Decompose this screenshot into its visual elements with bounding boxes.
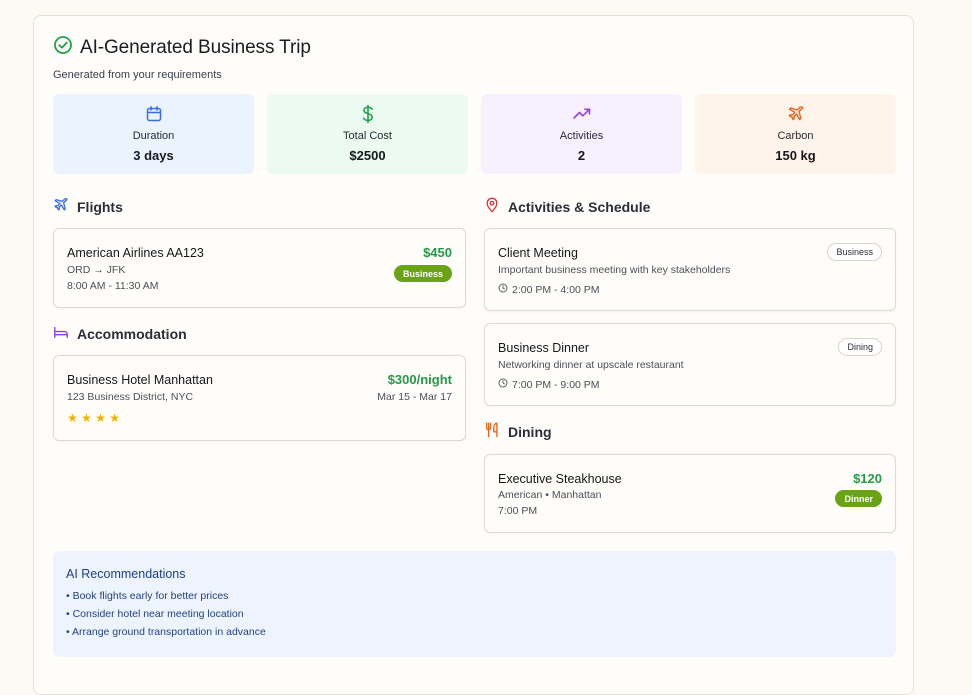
flight-price: $450	[423, 245, 452, 260]
flight-class-badge: Business	[393, 265, 452, 282]
stat-value: 2	[577, 148, 586, 163]
activity-description: Important business meeting with key stak…	[498, 264, 731, 276]
stat-duration: Duration 3 days	[53, 94, 254, 174]
stat-label: Activities	[559, 130, 604, 142]
stat-value: 3 days	[133, 148, 174, 163]
section-title-text: Flights	[77, 198, 123, 215]
trending-up-icon	[572, 103, 592, 125]
dollar-icon	[359, 103, 377, 125]
flight-card[interactable]: American Airlines AA123 ORD → JFK 8:00 A…	[53, 228, 466, 308]
page-title: AI-Generated Business Trip	[80, 36, 311, 58]
activities-section-title: Activities & Schedule	[484, 197, 650, 216]
hotel-name: Business Hotel Manhattan	[67, 373, 213, 387]
activity-name: Business Dinner	[498, 341, 590, 355]
dining-section-title: Dining	[484, 422, 552, 441]
accommodation-section-title: Accommodation	[53, 324, 187, 343]
stat-label: Total Cost	[343, 130, 392, 142]
section-title-text: Dining	[508, 423, 552, 440]
section-title-text: Activities & Schedule	[508, 198, 651, 215]
recommendation-item: • Arrange ground transportation in advan…	[66, 626, 266, 638]
stat-total-cost: Total Cost $2500	[267, 94, 468, 174]
map-pin-icon	[484, 197, 500, 216]
hotel-dates: Mar 15 - Mar 17	[377, 391, 452, 403]
hotel-rating-stars: ★ ★ ★ ★	[67, 411, 121, 425]
restaurant-time: 7:00 PM	[498, 505, 538, 517]
stat-value: $2500	[349, 148, 386, 163]
recommendations-list: • Book flights early for better prices •…	[66, 590, 883, 638]
hotel-price: $300/night	[387, 372, 452, 387]
restaurant-price: $120	[853, 471, 882, 486]
activity-time: 2:00 PM - 4:00 PM	[512, 283, 600, 296]
meal-badge: Dinner	[835, 490, 882, 507]
activity-tag: Business	[827, 243, 882, 261]
clock-icon	[498, 378, 508, 391]
restaurant-card[interactable]: Executive Steakhouse American • Manhatta…	[484, 454, 896, 533]
restaurant-detail: American • Manhattan	[498, 489, 602, 501]
hotel-address: 123 Business District, NYC	[67, 391, 194, 403]
flight-route: ORD → JFK	[67, 264, 126, 276]
recommendation-item: • Book flights early for better prices	[66, 590, 229, 602]
flight-name: American Airlines AA123	[67, 246, 204, 260]
trip-header: AI-Generated Business Trip Generated fro…	[53, 35, 311, 81]
activity-card[interactable]: Client Meeting Important business meetin…	[484, 228, 896, 311]
flights-section-title: Flights	[53, 197, 123, 216]
stat-label: Duration	[132, 130, 175, 142]
activity-time-row: 2:00 PM - 4:00 PM	[498, 283, 600, 296]
plane-icon	[787, 103, 805, 125]
stat-value: 150 kg	[775, 148, 816, 163]
recommendation-item: • Consider hotel near meeting location	[66, 608, 244, 620]
stat-carbon: Carbon 150 kg	[695, 94, 896, 174]
recommendations-title: AI Recommendations	[66, 567, 186, 581]
calendar-icon	[145, 103, 163, 125]
section-title-text: Accommodation	[77, 325, 187, 342]
stat-activities: Activities 2	[481, 94, 682, 174]
utensils-icon	[484, 422, 500, 441]
hotel-card[interactable]: Business Hotel Manhattan 123 Business Di…	[53, 355, 466, 441]
activity-card[interactable]: Business Dinner Networking dinner at ups…	[484, 323, 896, 406]
stat-label: Carbon	[777, 130, 814, 142]
plane-icon	[53, 197, 69, 216]
trip-card: AI-Generated Business Trip Generated fro…	[33, 15, 914, 695]
activity-time: 7:00 PM - 9:00 PM	[512, 378, 600, 391]
activity-name: Client Meeting	[498, 246, 578, 260]
bed-icon	[53, 324, 69, 343]
clock-icon	[498, 283, 508, 296]
check-circle-icon	[53, 35, 73, 60]
restaurant-name: Executive Steakhouse	[498, 472, 622, 486]
activity-tag: Dining	[838, 338, 882, 356]
flight-time: 8:00 AM - 11:30 AM	[67, 280, 159, 292]
activity-description: Networking dinner at upscale restaurant	[498, 359, 684, 371]
page-subtitle: Generated from your requirements	[53, 69, 222, 81]
activity-time-row: 7:00 PM - 9:00 PM	[498, 378, 600, 391]
stats-row: Duration 3 days Total Cost $2500 Activit…	[53, 94, 896, 174]
ai-recommendations: AI Recommendations • Book flights early …	[53, 551, 896, 657]
